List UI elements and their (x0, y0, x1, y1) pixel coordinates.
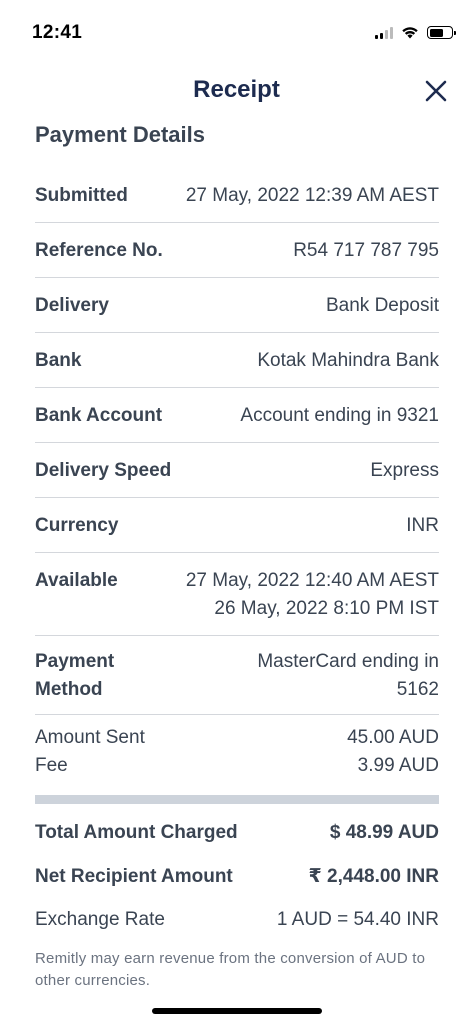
exchange-rate-value: 1 AUD = 54.40 INR (276, 909, 439, 930)
net-recipient-label: Net Recipient Amount (35, 866, 233, 887)
detail-label-line: Available (35, 570, 118, 591)
detail-label-line: Payment (35, 651, 115, 672)
detail-value: R54 717 787 795 (293, 237, 439, 265)
fee-row: Fee 3.99 AUD (35, 752, 439, 780)
cellular-signal-icon (375, 26, 393, 39)
net-recipient-row: Net Recipient Amount ₹ 2,448.00 INR (35, 862, 439, 892)
detail-value: 27 May, 2022 12:40 AM AEST 26 May, 2022 8… (186, 567, 439, 623)
totals-section: Total Amount Charged $ 48.99 AUD Net Rec… (35, 818, 439, 935)
payment-details-list: Submitted 27 May, 2022 12:39 AM AEST Refer… (35, 168, 439, 715)
detail-row: Submitted 27 May, 2022 12:39 AM AEST (35, 168, 439, 223)
net-recipient-value: ₹ 2,448.00 INR (308, 866, 439, 887)
detail-label: Delivery (35, 292, 109, 320)
detail-row: Bank Kotak Mahindra Bank (35, 333, 439, 388)
detail-label: Submitted (35, 182, 128, 210)
detail-label-line: Bank (35, 350, 82, 371)
detail-value-line: 27 May, 2022 12:39 AM AEST (185, 185, 439, 206)
close-button[interactable] (421, 76, 451, 106)
detail-label-line: Delivery Speed (35, 460, 172, 481)
detail-label-line: Method (35, 679, 103, 700)
detail-label-line: Submitted (35, 185, 128, 206)
amount-sent-value: 45.00 AUD (347, 727, 439, 748)
detail-label: Currency (35, 512, 118, 540)
detail-value-line: Express (370, 460, 439, 481)
close-icon (425, 80, 447, 102)
detail-row: Reference No. R54 717 787 795 (35, 223, 439, 278)
detail-value: Express (370, 457, 439, 485)
detail-label-line: Currency (35, 515, 119, 536)
home-indicator[interactable] (152, 1008, 322, 1014)
detail-row: Delivery Speed Express (35, 443, 439, 498)
detail-label: Available (35, 567, 118, 623)
detail-value-line: Kotak Mahindra Bank (257, 350, 439, 371)
amount-sent-row: Amount Sent 45.00 AUD (35, 724, 439, 752)
detail-label: Bank (35, 347, 81, 375)
detail-label-line: Reference No. (35, 240, 163, 261)
detail-value-line: Bank Deposit (325, 295, 439, 316)
detail-value-line: INR (406, 515, 439, 536)
status-bar: 12:41 (0, 0, 473, 60)
detail-value: 27 May, 2022 12:39 AM AEST (186, 182, 439, 210)
wifi-icon (402, 27, 418, 39)
detail-value-line: MasterCard ending in (257, 651, 439, 672)
disclaimer-text: Remitly may earn revenue from the conver… (35, 950, 426, 989)
status-icons (375, 26, 456, 39)
battery-icon (427, 26, 456, 39)
page-title: Receipt (193, 76, 280, 103)
fee-label: Fee (35, 755, 68, 776)
detail-label: Payment Method (35, 648, 114, 704)
detail-value-line: Account ending in 9321 (240, 405, 439, 426)
receipt-screen: 12:41 Receipt Payment Details Submitted 2… (0, 0, 473, 1024)
amount-sent-label: Amount Sent (35, 727, 145, 748)
total-charged-value: $ 48.99 AUD (329, 822, 439, 843)
exchange-rate-label: Exchange Rate (35, 909, 165, 930)
detail-value-line: 5162 (396, 679, 439, 700)
detail-value: Bank Deposit (326, 292, 439, 320)
section-title: Payment Details (35, 122, 205, 147)
detail-row: Currency INR (35, 498, 439, 553)
detail-label: Reference No. (35, 237, 163, 265)
section-divider (35, 795, 439, 804)
detail-value-line: R54 717 787 795 (293, 240, 439, 261)
detail-value: INR (406, 512, 439, 540)
detail-row: Bank Account Account ending in 9321 (35, 388, 439, 443)
detail-row: Payment Method MasterCard ending in 5162 (35, 636, 439, 715)
detail-value: Kotak Mahindra Bank (257, 347, 439, 375)
status-time: 12:41 (32, 22, 83, 43)
detail-label: Bank Account (35, 402, 162, 430)
detail-value: MasterCard ending in 5162 (257, 648, 439, 704)
detail-label: Delivery Speed (35, 457, 171, 485)
detail-value-line: 27 May, 2022 12:40 AM AEST (185, 570, 439, 591)
detail-row: Delivery Bank Deposit (35, 278, 439, 333)
total-charged-row: Total Amount Charged $ 48.99 AUD (35, 818, 439, 848)
exchange-rate-row: Exchange Rate 1 AUD = 54.40 INR (35, 905, 439, 935)
detail-label-line: Bank Account (35, 405, 163, 426)
total-charged-label: Total Amount Charged (35, 822, 238, 843)
amount-breakdown: Amount Sent 45.00 AUD Fee 3.99 AUD (35, 724, 439, 780)
detail-value: Account ending in 9321 (240, 402, 439, 430)
detail-row: Available 27 May, 2022 12:40 AM AEST 26 Ma… (35, 553, 439, 636)
detail-label-line: Delivery (35, 295, 109, 316)
header: Receipt (0, 72, 473, 112)
fee-value: 3.99 AUD (357, 755, 439, 776)
detail-value-line: 26 May, 2022 8:10 PM IST (214, 598, 439, 619)
